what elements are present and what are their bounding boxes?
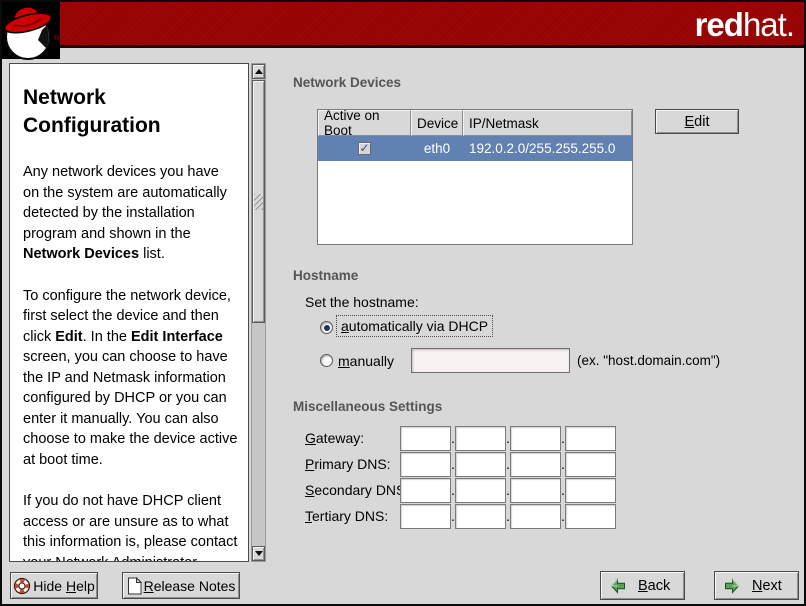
help-paragraph-3: If you do not have DHCP client access or… <box>23 491 238 562</box>
misc-settings-header: Miscellaneous Settings <box>293 399 442 414</box>
secondary-dns-label: Secondary DNS: <box>305 478 409 503</box>
active-on-boot-cell: ✓ <box>318 142 411 155</box>
edit-button[interactable]: Edit <box>655 109 739 134</box>
secondary-dns-octet-4[interactable] <box>565 478 616 503</box>
network-devices-table: Active on Boot Device IP/Netmask ✓ eth0 … <box>317 109 633 245</box>
column-header-active-on-boot[interactable]: Active on Boot <box>318 110 411 136</box>
network-devices-header: Network Devices <box>293 75 401 90</box>
secondary-dns-octet-3[interactable] <box>510 478 561 503</box>
secondary-dns-octet-2[interactable] <box>455 478 506 503</box>
help-paragraph-2: To configure the network device, first s… <box>23 286 238 471</box>
hide-help-button[interactable]: Hide Help <box>10 572 98 599</box>
scrollbar-grip-icon <box>254 194 263 210</box>
next-button[interactable]: Next <box>714 571 799 600</box>
tertiary-dns-octet-2[interactable] <box>455 504 506 529</box>
arrow-left-icon <box>610 578 626 594</box>
radio-manually[interactable] <box>320 354 333 367</box>
column-header-ip-netmask[interactable]: IP/Netmask <box>463 110 632 136</box>
life-preserver-icon <box>13 577 31 595</box>
scrollbar-thumb[interactable] <box>252 80 265 323</box>
help-panel: Network Configuration Any network device… <box>9 63 249 562</box>
scroll-down-button[interactable] <box>252 546 265 561</box>
gateway-octet-1[interactable] <box>400 426 451 451</box>
tertiary-dns-octets: ... <box>400 504 616 529</box>
help-title: Network Configuration <box>23 84 238 140</box>
back-button[interactable]: Back <box>600 571 685 600</box>
primary-dns-octet-2[interactable] <box>455 452 506 477</box>
redhat-shadowman-logo-icon: ® <box>2 2 60 62</box>
hostname-hint: (ex. "host.domain.com") <box>577 353 720 368</box>
primary-dns-octets: ... <box>400 452 616 477</box>
set-hostname-label: Set the hostname: <box>305 294 419 310</box>
wordmark-light: hat. <box>743 6 794 43</box>
hostname-input[interactable] <box>411 348 570 373</box>
document-icon <box>127 577 142 595</box>
next-button-label: Next <box>752 578 782 594</box>
svg-text:®: ® <box>54 34 60 42</box>
automatic-dhcp-label[interactable]: automatically via DHCP <box>336 315 493 337</box>
release-notes-label: Release Notes <box>144 578 236 594</box>
help-paragraph-1: Any network devices you have on the syst… <box>23 162 238 265</box>
wordmark-bold: red <box>695 6 743 43</box>
tertiary-dns-octet-4[interactable] <box>565 504 616 529</box>
tertiary-dns-octet-3[interactable] <box>510 504 561 529</box>
ip-netmask-cell: 192.0.2.0/255.255.255.0 <box>463 141 632 156</box>
column-header-device[interactable]: Device <box>411 110 463 136</box>
gateway-octet-4[interactable] <box>565 426 616 451</box>
release-notes-button[interactable]: Release Notes <box>122 572 240 599</box>
hide-help-label: Hide Help <box>33 578 95 594</box>
primary-dns-octet-3[interactable] <box>510 452 561 477</box>
help-scrollbar[interactable] <box>251 63 266 562</box>
radio-automatic-dhcp[interactable] <box>320 321 333 334</box>
table-row-eth0[interactable]: ✓ eth0 192.0.2.0/255.255.255.0 <box>318 136 632 161</box>
tertiary-dns-octet-1[interactable] <box>400 504 451 529</box>
arrow-down-icon <box>255 551 263 556</box>
table-header-row: Active on Boot Device IP/Netmask <box>318 110 632 136</box>
gateway-octet-3[interactable] <box>510 426 561 451</box>
primary-dns-octet-1[interactable] <box>400 452 451 477</box>
edit-button-label: Edit <box>685 114 710 130</box>
redhat-wordmark: redhat. <box>695 7 794 43</box>
secondary-dns-octet-1[interactable] <box>400 478 451 503</box>
device-cell: eth0 <box>411 141 463 156</box>
primary-dns-label: Primary DNS: <box>305 452 391 477</box>
secondary-dns-octets: ... <box>400 478 616 503</box>
active-on-boot-checkbox[interactable]: ✓ <box>358 142 371 155</box>
gateway-octets: ... <box>400 426 616 451</box>
arrow-up-icon <box>255 69 263 74</box>
tertiary-dns-label: Tertiary DNS: <box>305 504 388 529</box>
scroll-up-button[interactable] <box>252 64 265 79</box>
back-button-label: Back <box>638 578 670 594</box>
primary-dns-octet-4[interactable] <box>565 452 616 477</box>
arrow-right-icon <box>724 578 740 594</box>
gateway-octet-2[interactable] <box>455 426 506 451</box>
hostname-header: Hostname <box>293 268 358 283</box>
gateway-label: Gateway: <box>305 426 364 451</box>
manually-label[interactable]: manually <box>338 353 394 369</box>
installer-window: redhat. ® Network Configuration Any netw… <box>0 0 806 606</box>
top-brand-bar: redhat. <box>2 2 804 48</box>
